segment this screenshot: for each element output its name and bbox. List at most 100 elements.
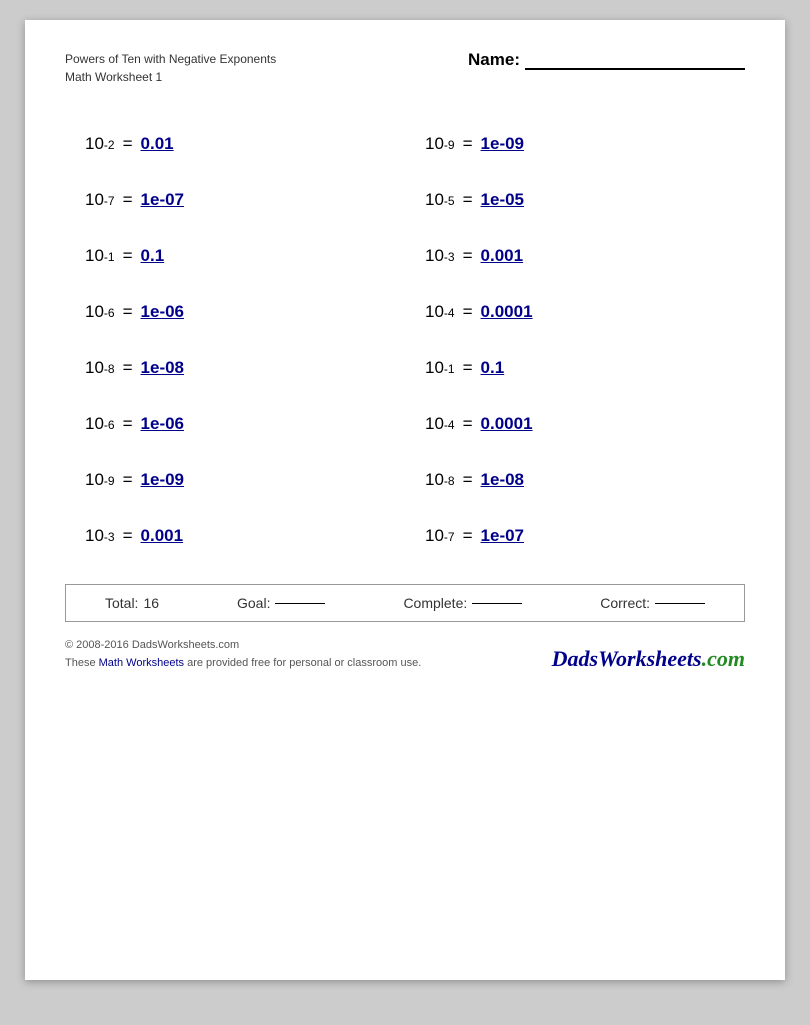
problem-exp: -3 (104, 530, 115, 544)
summary-footer: Total: 16 Goal: Complete: Correct: (65, 584, 745, 622)
header-left: Powers of Ten with Negative Exponents Ma… (65, 50, 276, 86)
problem-item: 10-8 = 1e-08 (405, 452, 745, 508)
problem-exp: -7 (444, 530, 455, 544)
copyright-text: © 2008-2016 DadsWorksheets.com These Mat… (65, 637, 421, 672)
problem-base: 10 (85, 190, 104, 210)
brand-logo: DadsWorksheets.com (552, 646, 745, 672)
worksheet-title-line1: Powers of Ten with Negative Exponents (65, 50, 276, 68)
problem-item: 10-3 = 0.001 (65, 508, 405, 564)
problem-base: 10 (85, 134, 104, 154)
problem-item: 10-6 = 1e-06 (65, 284, 405, 340)
problem-answer: 1e-07 (481, 526, 524, 546)
total-item: Total: 16 (105, 595, 159, 611)
problem-item: 10-4 = 0.0001 (405, 396, 745, 452)
name-field: Name: (468, 50, 745, 70)
problem-equals: = (123, 470, 133, 490)
problem-item: 10-7 = 1e-07 (65, 172, 405, 228)
page-header: Powers of Ten with Negative Exponents Ma… (65, 50, 745, 86)
problem-item: 10-9 = 1e-09 (405, 116, 745, 172)
goal-item: Goal: (237, 595, 325, 611)
copyright-line1: © 2008-2016 DadsWorksheets.com (65, 637, 421, 655)
worksheet-page: Powers of Ten with Negative Exponents Ma… (25, 20, 785, 980)
complete-blank (472, 603, 522, 604)
copyright-section: © 2008-2016 DadsWorksheets.com These Mat… (65, 637, 745, 672)
problem-base: 10 (425, 134, 444, 154)
problem-item: 10-2 = 0.01 (65, 116, 405, 172)
correct-item: Correct: (600, 595, 705, 611)
problem-equals: = (463, 470, 473, 490)
problem-base: 10 (425, 246, 444, 266)
problem-answer: 0.1 (481, 358, 505, 378)
problem-equals: = (123, 190, 133, 210)
problem-base: 10 (85, 470, 104, 490)
problem-answer: 0.1 (141, 246, 165, 266)
goal-label: Goal: (237, 595, 270, 611)
goal-blank (275, 603, 325, 604)
name-input-line (525, 50, 745, 70)
problem-answer: 1e-06 (141, 302, 184, 322)
problem-answer: 1e-06 (141, 414, 184, 434)
problem-base: 10 (425, 302, 444, 322)
problem-base: 10 (85, 414, 104, 434)
problem-item: 10-5 = 1e-05 (405, 172, 745, 228)
problem-base: 10 (425, 526, 444, 546)
problem-base: 10 (425, 190, 444, 210)
problems-grid: 10-2 = 0.01 10-9 = 1e-09 10-7 = 1e-07 10… (65, 116, 745, 564)
problem-answer: 1e-09 (141, 470, 184, 490)
problem-equals: = (123, 358, 133, 378)
brand-worksheets: Worksheets (598, 646, 702, 671)
problem-equals: = (463, 526, 473, 546)
total-label: Total: (105, 595, 138, 611)
problem-base: 10 (85, 246, 104, 266)
problem-exp: -4 (444, 418, 455, 432)
problem-answer: 0.001 (481, 246, 524, 266)
total-value: 16 (143, 595, 159, 611)
problem-answer: 1e-09 (481, 134, 524, 154)
problem-equals: = (123, 246, 133, 266)
problem-exp: -7 (104, 194, 115, 208)
problem-item: 10-6 = 1e-06 (65, 396, 405, 452)
problem-equals: = (463, 302, 473, 322)
problem-exp: -8 (104, 362, 115, 376)
problem-equals: = (123, 302, 133, 322)
brand-dads: Dads (552, 646, 598, 671)
problem-item: 10-7 = 1e-07 (405, 508, 745, 564)
problem-equals: = (463, 190, 473, 210)
problem-answer: 1e-08 (481, 470, 524, 490)
problem-equals: = (463, 414, 473, 434)
complete-label: Complete: (403, 595, 467, 611)
problem-exp: -1 (104, 250, 115, 264)
problem-equals: = (123, 526, 133, 546)
problem-item: 10-1 = 0.1 (65, 228, 405, 284)
problem-answer: 0.01 (141, 134, 174, 154)
problem-base: 10 (425, 470, 444, 490)
problem-exp: -5 (444, 194, 455, 208)
problem-exp: -4 (444, 306, 455, 320)
complete-item: Complete: (403, 595, 522, 611)
copyright-line2-end: are provided free for personal or classr… (184, 657, 421, 669)
problem-equals: = (123, 414, 133, 434)
problem-exp: -6 (104, 306, 115, 320)
problem-exp: -3 (444, 250, 455, 264)
problem-base: 10 (85, 302, 104, 322)
problem-item: 10-8 = 1e-08 (65, 340, 405, 396)
problem-base: 10 (425, 358, 444, 378)
math-worksheets-link[interactable]: Math Worksheets (99, 657, 184, 669)
problem-answer: 0.0001 (481, 414, 533, 434)
name-label: Name: (468, 50, 520, 70)
problem-equals: = (463, 246, 473, 266)
problem-answer: 1e-07 (141, 190, 184, 210)
correct-blank (655, 603, 705, 604)
problem-exp: -6 (104, 418, 115, 432)
worksheet-title-line2: Math Worksheet 1 (65, 68, 276, 86)
problem-answer: 0.001 (141, 526, 184, 546)
copyright-line2-start: These (65, 657, 99, 669)
problem-exp: -8 (444, 474, 455, 488)
problem-base: 10 (85, 526, 104, 546)
problem-exp: -1 (444, 362, 455, 376)
problem-item: 10-9 = 1e-09 (65, 452, 405, 508)
correct-label: Correct: (600, 595, 650, 611)
copyright-line2: These Math Worksheets are provided free … (65, 655, 421, 673)
problem-equals: = (463, 358, 473, 378)
problem-item: 10-4 = 0.0001 (405, 284, 745, 340)
